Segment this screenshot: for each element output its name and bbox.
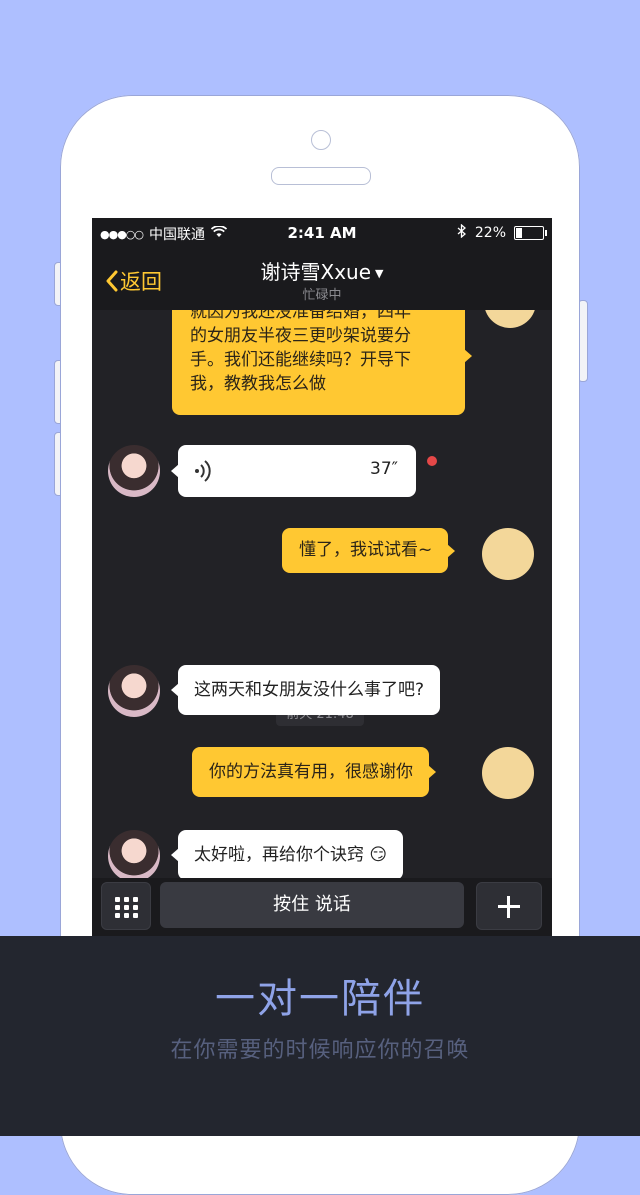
bluetooth-icon: [457, 223, 467, 242]
chat-area[interactable]: 就因为我还没准备结婚，四年 的女朋友半夜三更吵架说要分 手。我们还能继续吗？开导…: [92, 310, 552, 878]
hold-to-talk-button[interactable]: 按住 说话: [160, 882, 464, 928]
caret-down-icon: ▼: [375, 267, 384, 280]
contact-name: 谢诗雪Xxue: [260, 260, 372, 284]
message-bubble-incoming[interactable]: 这两天和女朋友没什么事了吧?: [170, 665, 441, 715]
unread-dot: [427, 456, 437, 466]
promo-headline: 一对一陪伴: [215, 976, 425, 1022]
contact-name-dropdown[interactable]: 谢诗雪Xxue ▼: [92, 256, 552, 285]
message-line: 手。我们还能继续吗？开导下: [190, 350, 411, 370]
promo-banner: 一对一陪伴 在你需要的时候响应你的召唤: [0, 936, 640, 1136]
battery-percent: 22%: [474, 225, 506, 241]
message-bubble-incoming[interactable]: 太好啦，再给你个诀窍 😏: [170, 830, 404, 878]
contact-avatar[interactable]: [108, 830, 160, 878]
my-avatar[interactable]: [482, 528, 534, 580]
message-line: 的女朋友半夜三更吵架说要分: [190, 326, 411, 346]
nav-bar: 返回 谢诗雪Xxue ▼ 忙碌中: [92, 246, 552, 310]
my-avatar[interactable]: [484, 310, 536, 328]
message-line: 就因为我还没准备结婚，四年: [190, 310, 411, 322]
contact-avatar[interactable]: [108, 445, 160, 497]
earpiece-speaker: [271, 167, 371, 185]
voice-message-bubble[interactable]: 37″: [171, 445, 416, 497]
message-text: 太好啦，再给你个诀窍: [194, 845, 364, 865]
voice-duration: 37″: [370, 459, 398, 479]
contact-avatar[interactable]: [108, 665, 160, 717]
message-line: 我，教教我怎么做: [190, 374, 326, 394]
phone-screen: ●●●○○ 中国联通 2:41 AM 22% 返回 谢诗雪Xxue▼ 忙碌中: [92, 218, 552, 978]
message-bubble-outgoing[interactable]: 懂了，我试试看~: [282, 528, 456, 573]
message-text: 你的方法真有用，很感谢你: [209, 762, 413, 782]
promo-subline: 在你需要的时候响应你的召唤: [170, 1038, 470, 1063]
keypad-button[interactable]: [101, 882, 151, 930]
message-bubble-outgoing[interactable]: 你的方法真有用，很感谢你: [192, 747, 436, 797]
message-bubble-outgoing[interactable]: 就因为我还没准备结婚，四年 的女朋友半夜三更吵架说要分 手。我们还能继续吗？开导…: [172, 310, 472, 415]
front-camera: [311, 130, 331, 150]
message-text: 这两天和女朋友没什么事了吧?: [194, 680, 425, 700]
message-text: 懂了，我试试看~: [299, 540, 433, 560]
smirk-emoji-icon: 😏: [369, 845, 388, 865]
contact-status: 忙碌中: [302, 288, 342, 303]
voice-wave-icon: [194, 459, 212, 490]
battery-icon: [514, 226, 547, 240]
add-attachment-button[interactable]: [476, 882, 542, 930]
my-avatar[interactable]: [482, 747, 534, 799]
battery-level: [516, 228, 523, 238]
status-bar: ●●●○○ 中国联通 2:41 AM 22%: [92, 218, 552, 246]
